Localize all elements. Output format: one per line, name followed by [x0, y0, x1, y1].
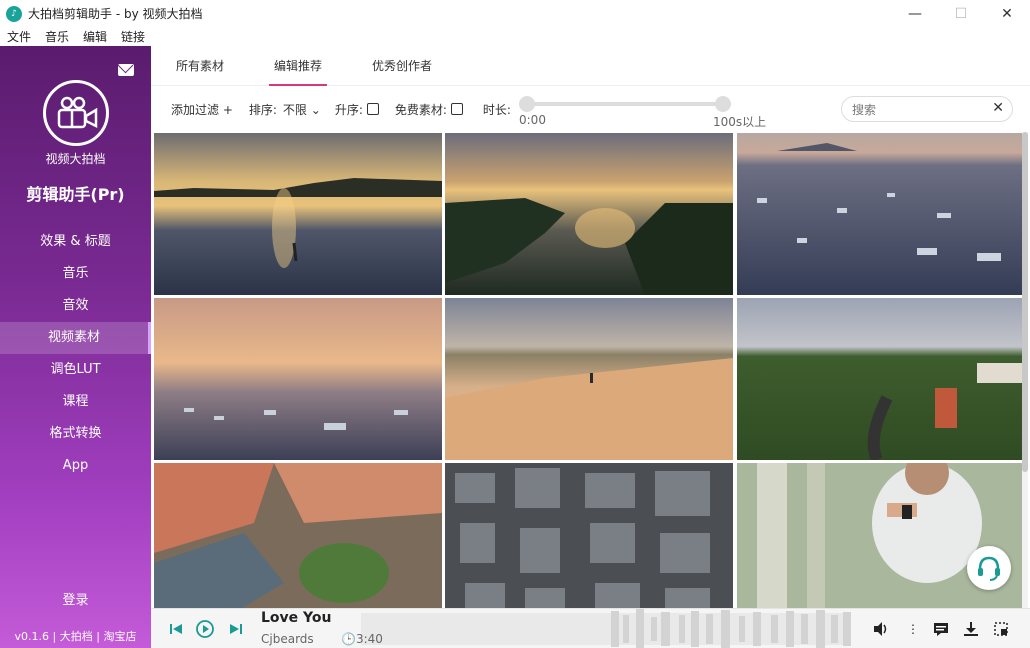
sidebar-item-app[interactable]: App: [0, 450, 151, 482]
menu-bar: 文件 音乐 编辑 链接: [0, 27, 1030, 46]
footer-separator: |: [96, 630, 100, 643]
previous-track-icon[interactable]: [166, 619, 186, 639]
sidebar-item-format-convert[interactable]: 格式转换: [0, 418, 151, 450]
add-filter-button[interactable]: 添加过滤 +: [171, 101, 233, 118]
sort-label: 排序:: [248, 102, 277, 117]
menu-music[interactable]: 音乐: [38, 28, 76, 45]
footer-link-brand[interactable]: 大拍档: [60, 630, 93, 643]
content-tabs: 所有素材 编辑推荐 优秀创作者: [151, 46, 1030, 86]
thumbnail-desert[interactable]: [445, 298, 733, 460]
free-label: 免费素材:: [394, 102, 447, 117]
duration-min-label: 0:00: [519, 113, 546, 127]
close-button[interactable]: ✕: [984, 0, 1030, 27]
footer-link-shop[interactable]: 淘宝店: [103, 630, 136, 643]
brand-logo-icon: [43, 80, 109, 146]
crop-icon[interactable]: [991, 619, 1011, 639]
tab-top-creators[interactable]: 优秀创作者: [347, 46, 457, 84]
thumbnail-boats-sunset[interactable]: [154, 298, 442, 460]
thumbnail-sunset-lake[interactable]: [154, 133, 442, 295]
slider-max-handle[interactable]: [715, 96, 731, 112]
search-box[interactable]: 搜索 ✕: [841, 96, 1013, 122]
next-track-icon[interactable]: [226, 619, 246, 639]
music-player: Love You Cjbeards 🕒3:40 ⋮: [151, 608, 1030, 648]
slider-track: [527, 102, 723, 106]
sidebar-nav: 效果 & 标题 音乐 音效 视频素材 调色LUT 课程 格式转换 App: [0, 226, 151, 482]
play-icon[interactable]: [195, 619, 215, 639]
sidebar-item-video-footage[interactable]: 视频素材: [0, 322, 151, 354]
duration-max-label: 100s以上: [713, 115, 767, 129]
free-checkbox[interactable]: [450, 103, 463, 115]
version-label: v0.1.6: [14, 630, 50, 643]
brand-name: 视频大拍档: [45, 152, 106, 166]
sidebar-footer: v0.1.6 | 大拍档 | 淘宝店: [0, 628, 151, 644]
footage-grid: [151, 132, 1027, 608]
search-input[interactable]: 搜索: [852, 101, 876, 118]
lyrics-icon[interactable]: [931, 619, 951, 639]
track-duration: 🕒3:40: [341, 632, 383, 646]
thumbnail-city-top-down[interactable]: [445, 463, 733, 608]
thumbnail-boats-bay[interactable]: [737, 133, 1025, 295]
sort-dropdown[interactable]: 不限 ⌄: [283, 101, 321, 118]
menu-file[interactable]: 文件: [0, 28, 38, 45]
menu-links[interactable]: 链接: [114, 28, 152, 45]
thumbnail-red-roofs[interactable]: [154, 463, 442, 608]
asc-checkbox[interactable]: [366, 103, 379, 115]
audio-waveform[interactable]: [361, 609, 851, 648]
menu-edit[interactable]: 编辑: [76, 28, 114, 45]
duration-slider[interactable]: 0:00 100s以上: [519, 96, 766, 129]
more-vertical-icon[interactable]: ⋮: [903, 619, 923, 639]
title-bar: ♪ 大拍档剪辑助手 - by 视频大拍档 — ☐ ✕: [0, 0, 1030, 27]
volume-icon[interactable]: [871, 619, 891, 639]
slider-min-handle[interactable]: [519, 96, 535, 112]
clock-icon: 🕒: [341, 632, 356, 646]
login-link[interactable]: 登录: [0, 589, 151, 608]
thumbnail-aerial-river[interactable]: [445, 133, 733, 295]
grid-scrollbar[interactable]: [1022, 132, 1028, 608]
app-logo-icon: ♪: [6, 5, 22, 22]
filter-bar: 添加过滤 + 排序: 不限 ⌄ 升序: 免费素材: 时长: 0:00 100s以…: [151, 86, 1030, 132]
sort-value: 不限: [282, 102, 307, 117]
duration-label: 时长:: [482, 102, 511, 117]
track-title: Love You: [261, 610, 332, 626]
tab-all-footage[interactable]: 所有素材: [151, 46, 249, 84]
sidebar-item-effects[interactable]: 效果 & 标题: [0, 226, 151, 258]
sidebar-item-music[interactable]: 音乐: [0, 258, 151, 290]
footer-separator: |: [52, 630, 57, 643]
asc-label: 升序:: [334, 102, 363, 117]
thumbnail-aerial-train[interactable]: [737, 298, 1025, 460]
clear-icon[interactable]: ✕: [992, 100, 1004, 116]
download-icon[interactable]: [961, 619, 981, 639]
window-title: 大拍档剪辑助手 - by 视频大拍档: [28, 7, 203, 21]
mail-icon[interactable]: [118, 64, 134, 76]
sidebar: 视频大拍档 剪辑助手(Pr) 效果 & 标题 音乐 音效 视频素材 调色LUT …: [0, 46, 151, 648]
scrollbar-thumb[interactable]: [1022, 132, 1028, 472]
minimize-button[interactable]: —: [892, 0, 938, 27]
maximize-button[interactable]: ☐: [938, 0, 984, 27]
sidebar-item-courses[interactable]: 课程: [0, 386, 151, 418]
customer-support-icon[interactable]: [967, 546, 1011, 590]
tab-editor-picks[interactable]: 编辑推荐: [249, 46, 347, 86]
product-name: 剪辑助手(Pr): [26, 185, 125, 204]
sidebar-item-sound-effects[interactable]: 音效: [0, 290, 151, 322]
sidebar-item-lut[interactable]: 调色LUT: [0, 354, 151, 386]
chevron-down-icon: ⌄: [306, 102, 321, 117]
track-artist[interactable]: Cjbeards: [261, 632, 314, 646]
